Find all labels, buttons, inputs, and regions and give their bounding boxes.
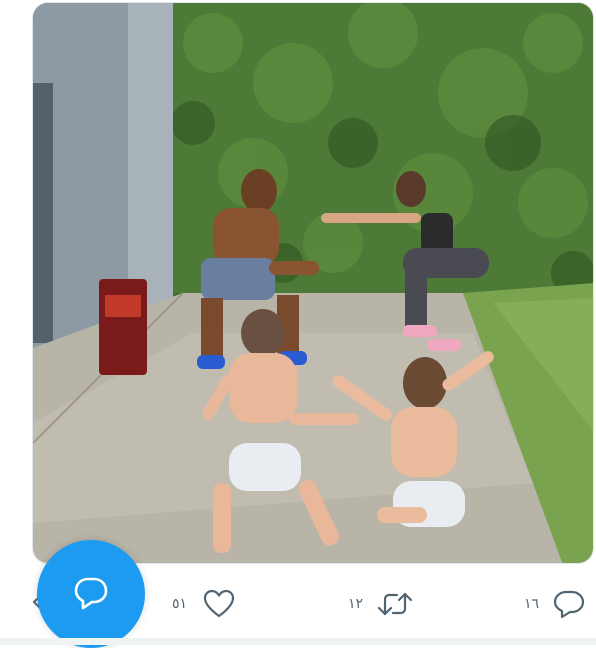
retweet-icon <box>377 590 413 618</box>
heart-icon <box>203 589 235 619</box>
video-thumbnail <box>33 3 593 563</box>
tweet-video-media[interactable] <box>32 2 594 564</box>
like-count: ٥١ <box>172 596 188 612</box>
retweet-count: ١٢ <box>348 596 364 612</box>
reply-icon <box>553 589 585 619</box>
compose-reply-button[interactable] <box>37 540 145 648</box>
bottom-divider <box>0 638 596 645</box>
retweet-button[interactable]: ١٢ <box>348 578 413 630</box>
reply-count: ١٦ <box>524 596 540 612</box>
like-button[interactable]: ٥١ <box>172 578 235 630</box>
compose-reply-icon <box>73 576 109 616</box>
reply-button[interactable]: ١٦ <box>524 578 585 630</box>
